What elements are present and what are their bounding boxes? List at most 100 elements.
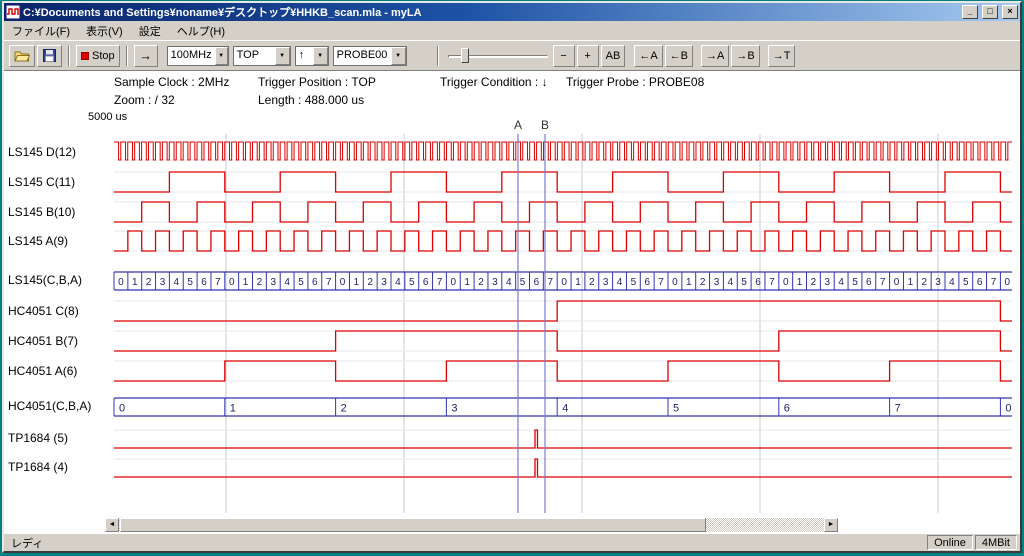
trigger-position-info: Trigger Position : TOP: [258, 75, 376, 89]
statusbar: レディ Online 4MBit: [4, 533, 1020, 551]
bus-value: 3: [381, 277, 387, 288]
bus-value: 5: [741, 277, 747, 288]
goto-a-right-button[interactable]: →A: [701, 45, 729, 67]
bus-value: 0: [561, 277, 567, 288]
menu-file[interactable]: ファイル(F): [4, 21, 78, 41]
bus-value: 0: [672, 277, 678, 288]
bus-value: 4: [174, 277, 180, 288]
bus-value: 6: [866, 277, 872, 288]
goto-a-left-button[interactable]: ←A: [634, 45, 662, 67]
minimize-button[interactable]: _: [962, 5, 978, 19]
trigger-probe-combo[interactable]: PROBE00 ▼: [333, 46, 407, 66]
toolbar-separator: [126, 46, 128, 66]
save-button[interactable]: [37, 45, 62, 67]
bus-value: 3: [603, 277, 609, 288]
bus-value: 1: [797, 277, 803, 288]
titlebar[interactable]: C:¥Documents and Settings¥noname¥デスクトップ¥…: [4, 3, 1020, 21]
scroll-left-arrow[interactable]: ◄: [105, 518, 119, 532]
desktop: { "window": { "title": "C:¥Documents and…: [0, 0, 1024, 556]
wave-trace: [114, 361, 1012, 381]
bus-value: 4: [506, 277, 512, 288]
bus-value: 2: [921, 277, 927, 288]
zoom-slider-handle[interactable]: [461, 48, 469, 63]
bus-value: 7: [437, 277, 443, 288]
bus-value: 3: [824, 277, 830, 288]
chevron-down-icon[interactable]: ▼: [391, 47, 406, 65]
open-button[interactable]: [9, 45, 35, 67]
bus-value: 5: [520, 277, 526, 288]
goto-trigger-button[interactable]: →T: [768, 45, 796, 67]
horizontal-scrollbar[interactable]: ◄ ►: [105, 518, 838, 532]
menu-settings[interactable]: 設定: [131, 21, 169, 41]
bus-value: 4: [562, 403, 568, 415]
trigger-position-value: TOP: [234, 47, 275, 65]
waveform-client-area: Sample Clock : 2MHz Trigger Position : T…: [4, 70, 1020, 533]
open-folder-icon: [14, 49, 30, 62]
bus-value: 4: [838, 277, 844, 288]
bus-value: 3: [160, 277, 166, 288]
zoom-ab-button[interactable]: AB: [601, 45, 626, 67]
bus-value: 7: [215, 277, 221, 288]
app-icon: [6, 5, 20, 19]
zoom-out-button[interactable]: −: [553, 45, 575, 67]
zoom-info: Zoom : / 32: [114, 93, 175, 107]
bus-value: 2: [257, 277, 263, 288]
bus-value: 0: [118, 277, 124, 288]
bus-value: 5: [631, 277, 637, 288]
waveform-svg: 0123456701234567012345670123456701234567…: [4, 117, 1020, 517]
trigger-edge-combo[interactable]: ↑ ▼: [295, 46, 329, 66]
wave-trace: [114, 459, 1012, 477]
bus-value: 6: [423, 277, 429, 288]
stop-icon: [81, 52, 89, 60]
bus-value: 6: [534, 277, 540, 288]
trigger-position-combo[interactable]: TOP ▼: [233, 46, 291, 66]
app-window: C:¥Documents and Settings¥noname¥デスクトップ¥…: [2, 1, 1022, 553]
stop-label: Stop: [92, 50, 115, 62]
bus-value: 0: [229, 277, 235, 288]
trigger-edge-value: ↑: [296, 47, 313, 65]
menu-help[interactable]: ヘルプ(H): [169, 21, 233, 41]
bus-value: 6: [755, 277, 761, 288]
goto-b-left-button[interactable]: ←B: [665, 45, 693, 67]
menu-view[interactable]: 表示(V): [78, 21, 131, 41]
bus-value: 2: [146, 277, 152, 288]
bus-value: 4: [395, 277, 401, 288]
sample-clock-combo[interactable]: 100MHz ▼: [167, 46, 229, 66]
status-online-badge: Online: [927, 535, 973, 550]
bus-value: 0: [451, 277, 457, 288]
run-button[interactable]: →: [134, 45, 158, 67]
wave-trace: [114, 142, 1012, 160]
bus-value: 7: [326, 277, 332, 288]
bus-value: 1: [464, 277, 470, 288]
chevron-down-icon[interactable]: ▼: [215, 47, 228, 65]
bus-value: 1: [908, 277, 914, 288]
bus-value: 7: [895, 403, 901, 415]
zoom-in-button[interactable]: +: [577, 45, 599, 67]
close-button[interactable]: ×: [1002, 5, 1018, 19]
chevron-down-icon[interactable]: ▼: [313, 47, 328, 65]
zoom-slider[interactable]: [448, 46, 548, 66]
goto-b-right-button[interactable]: →B: [731, 45, 759, 67]
bus-value: 3: [270, 277, 276, 288]
wave-trace: [114, 430, 1012, 448]
sample-clock-info: Sample Clock : 2MHz: [114, 75, 229, 89]
scroll-thumb[interactable]: [120, 518, 706, 532]
bus-value: 7: [547, 277, 553, 288]
bus-value: 1: [354, 277, 360, 288]
trigger-probe-value: PROBE00: [334, 47, 391, 65]
trigger-probe-info: Trigger Probe : PROBE08: [566, 75, 704, 89]
scroll-right-arrow[interactable]: ►: [824, 518, 838, 532]
bus-value: 7: [769, 277, 775, 288]
toolbar-separator: [68, 46, 70, 66]
bus-value: 3: [935, 277, 941, 288]
trigger-condition-info: Trigger Condition : ↓: [440, 75, 548, 89]
chevron-down-icon[interactable]: ▼: [275, 47, 290, 65]
stop-button[interactable]: Stop: [76, 45, 120, 67]
status-memory-badge: 4MBit: [975, 535, 1017, 550]
maximize-button[interactable]: □: [982, 5, 998, 19]
bus-value: 2: [589, 277, 595, 288]
bus-value: 3: [492, 277, 498, 288]
bus-value: 5: [963, 277, 969, 288]
wave-trace: [114, 172, 1012, 192]
bus-value: 0: [1005, 277, 1011, 288]
